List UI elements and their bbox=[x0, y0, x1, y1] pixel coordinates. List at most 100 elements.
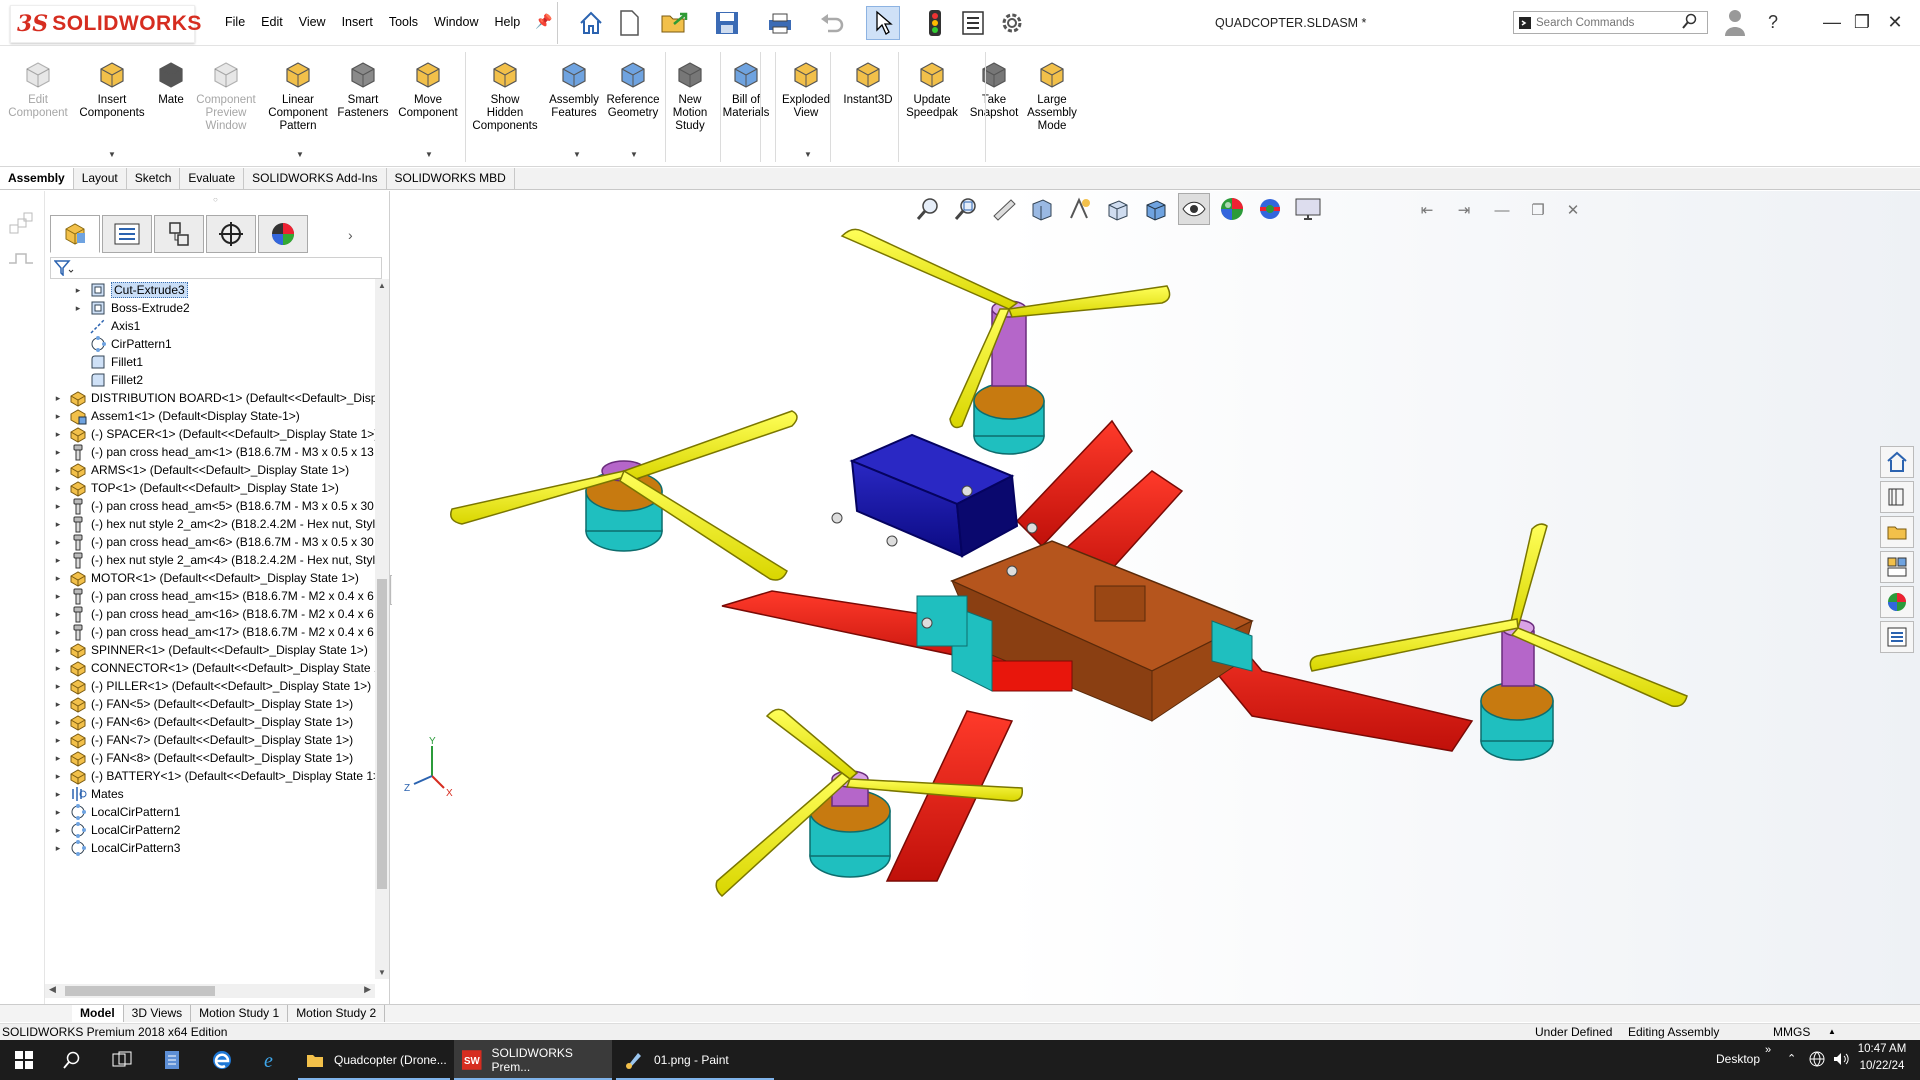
expand-arrow-icon[interactable]: ▸ bbox=[53, 807, 63, 818]
print-icon[interactable] bbox=[763, 6, 797, 40]
tab-assembly[interactable]: Assembly bbox=[0, 168, 74, 189]
command-dropdown-arrow-icon[interactable]: ▼ bbox=[425, 150, 433, 159]
flyout-icon[interactable] bbox=[8, 211, 34, 240]
close-button[interactable]: ✕ bbox=[1878, 6, 1912, 38]
expand-arrow-icon[interactable]: ▸ bbox=[53, 393, 63, 404]
network-icon[interactable] bbox=[1808, 1050, 1826, 1071]
taskbar-search-icon[interactable] bbox=[48, 1040, 96, 1080]
scroll-right-icon[interactable]: ▶ bbox=[364, 984, 371, 995]
expand-arrow-icon[interactable]: ▸ bbox=[53, 717, 63, 728]
expand-arrow-icon[interactable]: ▸ bbox=[53, 645, 63, 656]
notepad-app-icon[interactable] bbox=[148, 1040, 196, 1080]
expand-arrow-icon[interactable]: ▸ bbox=[53, 555, 63, 566]
menu-tools[interactable]: Tools bbox=[389, 15, 418, 29]
expand-arrow-icon[interactable]: ▸ bbox=[53, 519, 63, 530]
menu-file[interactable]: File bbox=[225, 15, 245, 29]
taskbar-app-solidworks[interactable]: SW SOLIDWORKS Prem... bbox=[454, 1040, 612, 1080]
smart-fasteners-button[interactable]: Smart Fasteners bbox=[333, 57, 393, 120]
file-explorer-icon[interactable] bbox=[1880, 516, 1914, 548]
expand-arrow-icon[interactable]: ▸ bbox=[53, 699, 63, 710]
mate-button[interactable]: Mate bbox=[141, 57, 201, 107]
move-component-button[interactable]: Move Component bbox=[398, 57, 458, 120]
show-hidden-button[interactable]: Show Hidden Components bbox=[472, 57, 538, 133]
sketch-profile-icon[interactable] bbox=[8, 251, 34, 270]
tray-overflow-icon[interactable]: ⌃ bbox=[1787, 1052, 1796, 1065]
select-cursor-icon[interactable] bbox=[866, 6, 900, 40]
scroll-left-icon[interactable]: ◀ bbox=[49, 984, 56, 995]
tab-motion-study-2[interactable]: Motion Study 2 bbox=[288, 1005, 386, 1022]
expand-arrow-icon[interactable]: ▸ bbox=[53, 501, 63, 512]
edge-app-icon[interactable] bbox=[198, 1040, 246, 1080]
motion-study-button[interactable]: New Motion Study bbox=[660, 57, 720, 133]
dimxpert-manager-tab-icon[interactable] bbox=[206, 215, 256, 253]
update-speedpak-button[interactable]: Update Speedpak bbox=[902, 57, 962, 120]
tabs-more-chevron-icon[interactable]: › bbox=[348, 227, 353, 243]
configuration-manager-tab-icon[interactable] bbox=[154, 215, 204, 253]
splitter-handle[interactable]: ○ bbox=[213, 195, 218, 204]
save-icon[interactable] bbox=[710, 6, 744, 40]
tree-item[interactable]: ▸ LocalCirPattern3 bbox=[45, 837, 180, 859]
linear-pattern-button[interactable]: Linear Component Pattern bbox=[268, 57, 328, 133]
bill-of-materials-button[interactable]: Bill of Materials bbox=[716, 57, 776, 120]
tab-sketch[interactable]: Sketch bbox=[127, 168, 181, 189]
design-library-icon[interactable] bbox=[1880, 481, 1914, 513]
expand-arrow-icon[interactable]: ▸ bbox=[53, 663, 63, 674]
tab-motion-study-1[interactable]: Motion Study 1 bbox=[191, 1005, 289, 1022]
property-manager-tab-icon[interactable] bbox=[102, 215, 152, 253]
internet-explorer-icon[interactable]: e bbox=[248, 1040, 296, 1080]
expand-arrow-icon[interactable]: ▸ bbox=[53, 573, 63, 584]
expand-arrow-icon[interactable]: ▸ bbox=[53, 429, 63, 440]
expand-arrow-icon[interactable]: ▸ bbox=[73, 285, 83, 296]
expand-arrow-icon[interactable]: ▸ bbox=[53, 609, 63, 620]
expand-arrow-icon[interactable]: ▸ bbox=[73, 303, 83, 314]
volume-icon[interactable] bbox=[1832, 1050, 1850, 1071]
graphics-area[interactable]: ⇤ ⇥ — ❐ ✕ Y X Z bbox=[392, 191, 1920, 1007]
expand-arrow-icon[interactable]: ▸ bbox=[53, 537, 63, 548]
hscroll-thumb[interactable] bbox=[65, 986, 215, 996]
tree-vertical-scrollbar[interactable]: ▲ ▼ bbox=[375, 279, 389, 979]
display-manager-tab-icon[interactable] bbox=[258, 215, 308, 253]
custom-properties-icon[interactable] bbox=[1880, 621, 1914, 653]
search-icon[interactable] bbox=[1682, 13, 1698, 32]
expand-arrow-icon[interactable]: ▸ bbox=[53, 753, 63, 764]
options-gear-icon[interactable] bbox=[995, 6, 1029, 40]
desktop-toolbar[interactable]: Desktop bbox=[1716, 1052, 1760, 1066]
expand-arrow-icon[interactable]: ▸ bbox=[53, 789, 63, 800]
exploded-view-button[interactable]: Exploded View bbox=[776, 57, 836, 120]
menu-edit[interactable]: Edit bbox=[261, 15, 283, 29]
expand-arrow-icon[interactable]: ▸ bbox=[53, 735, 63, 746]
tab-model[interactable]: Model bbox=[72, 1005, 124, 1022]
restore-button[interactable]: ❐ bbox=[1845, 6, 1879, 38]
expand-arrow-icon[interactable]: ▸ bbox=[53, 681, 63, 692]
units-dropdown-icon[interactable]: ▲ bbox=[1828, 1027, 1836, 1036]
new-document-icon[interactable] bbox=[612, 6, 646, 40]
windows-start-icon[interactable] bbox=[0, 1040, 48, 1080]
filter-icon[interactable] bbox=[53, 260, 74, 279]
quadcopter-model[interactable]: Y X Z bbox=[392, 191, 1920, 1007]
user-account-icon[interactable] bbox=[1718, 6, 1752, 38]
feature-manager-tab-icon[interactable] bbox=[50, 215, 100, 253]
expand-arrow-icon[interactable]: ▸ bbox=[53, 465, 63, 476]
file-properties-icon[interactable] bbox=[956, 6, 990, 40]
view-palette-icon[interactable] bbox=[1880, 551, 1914, 583]
undo-icon[interactable] bbox=[815, 6, 849, 40]
reference-geometry-button[interactable]: Reference Geometry bbox=[603, 57, 663, 120]
component-preview-button[interactable]: Component Preview Window bbox=[196, 57, 256, 133]
open-icon[interactable] bbox=[658, 6, 692, 40]
tree-horizontal-scrollbar[interactable]: ◀ ▶ bbox=[45, 984, 375, 998]
menu-window[interactable]: Window bbox=[434, 15, 478, 29]
tab-mbd[interactable]: SOLIDWORKS MBD bbox=[387, 168, 515, 189]
appearances-scenes-icon[interactable] bbox=[1880, 586, 1914, 618]
expand-arrow-icon[interactable]: ▸ bbox=[53, 825, 63, 836]
large-assembly-button[interactable]: Large Assembly Mode bbox=[1022, 57, 1082, 133]
command-dropdown-arrow-icon[interactable]: ▼ bbox=[630, 150, 638, 159]
minimize-button[interactable]: — bbox=[1815, 6, 1849, 38]
scroll-thumb[interactable] bbox=[377, 579, 387, 889]
command-dropdown-arrow-icon[interactable]: ▼ bbox=[296, 150, 304, 159]
command-dropdown-arrow-icon[interactable]: ▼ bbox=[573, 150, 581, 159]
task-view-icon[interactable] bbox=[98, 1040, 146, 1080]
menu-view[interactable]: View bbox=[299, 15, 326, 29]
expand-arrow-icon[interactable]: ▸ bbox=[53, 447, 63, 458]
rebuild-traffic-light-icon[interactable] bbox=[918, 6, 952, 40]
help-icon[interactable]: ? bbox=[1756, 6, 1790, 38]
